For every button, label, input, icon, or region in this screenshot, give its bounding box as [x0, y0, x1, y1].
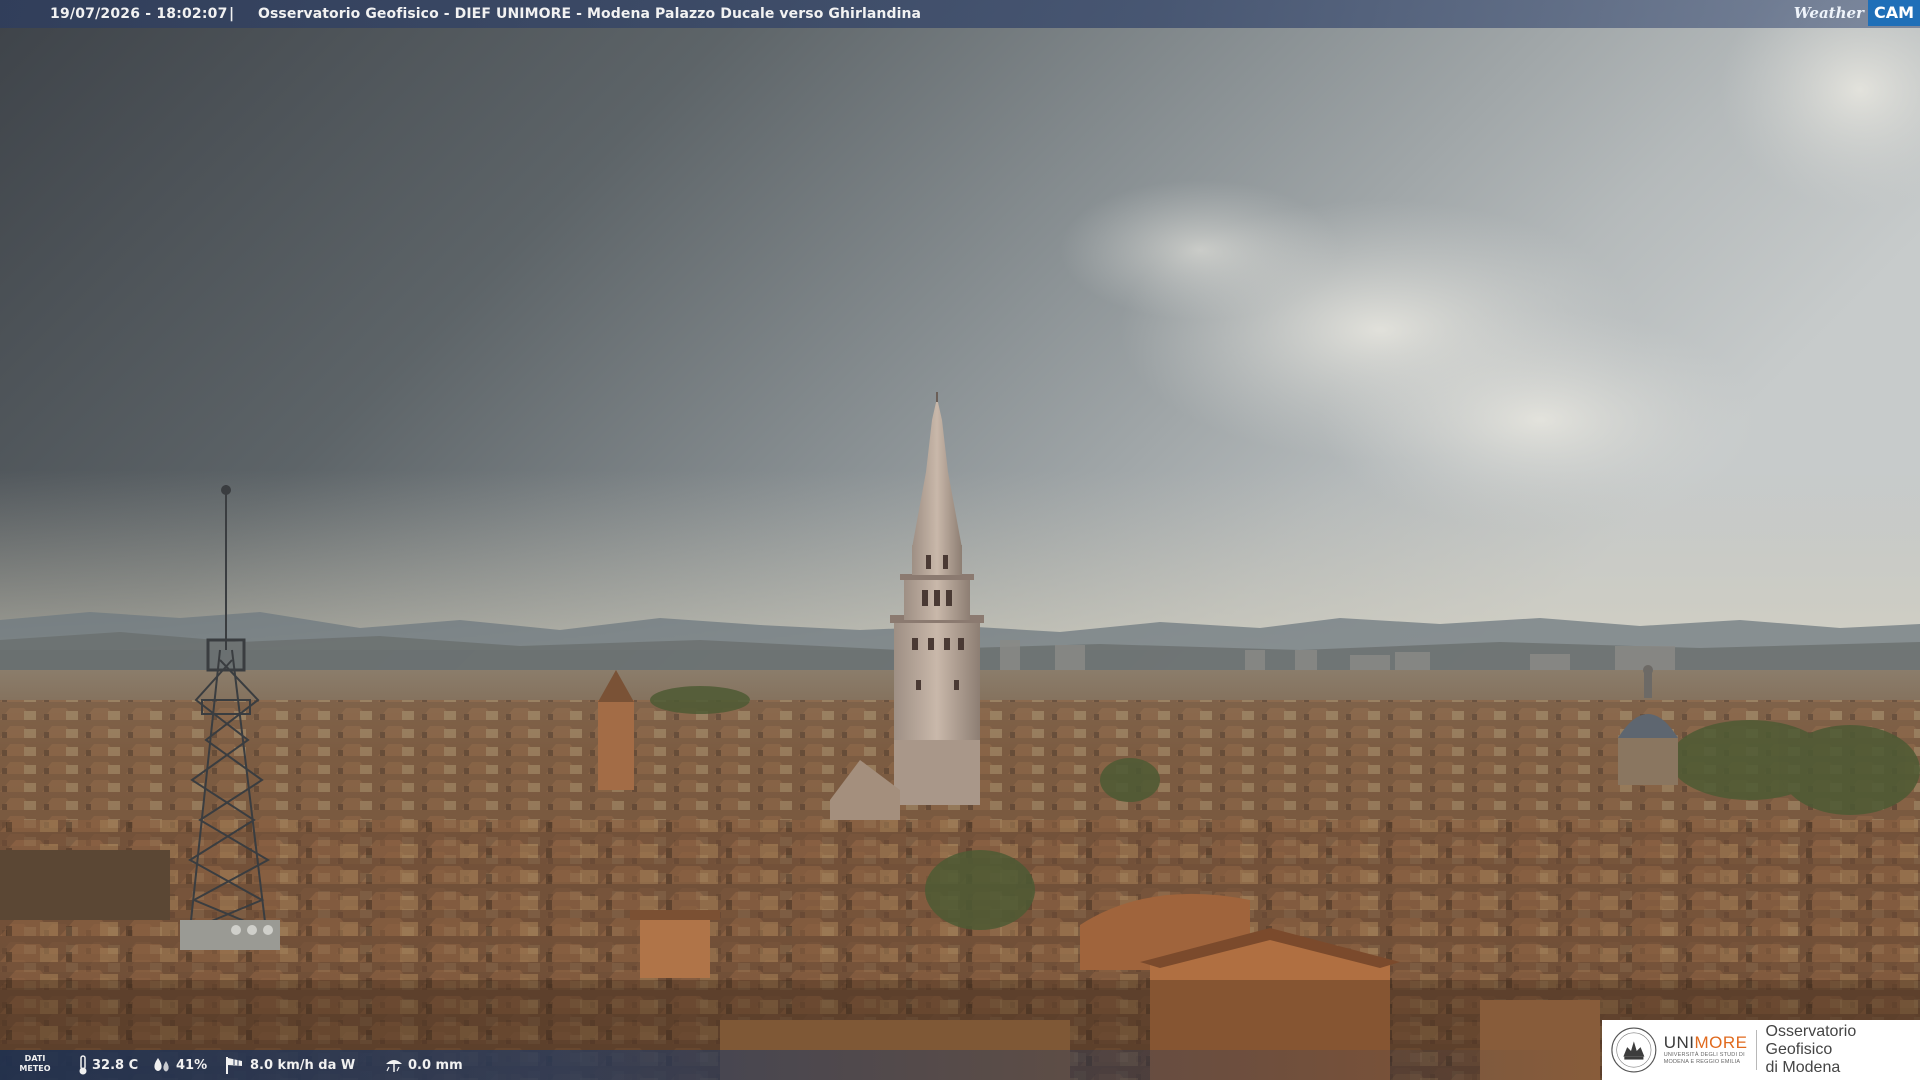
unimore-uni: UNI — [1663, 1033, 1695, 1052]
humidity-value: 41% — [176, 1057, 208, 1073]
unimore-logo-box: UNIMORE Università degli studi di Modena… — [1602, 1020, 1920, 1080]
rain-gauge-icon — [386, 1060, 402, 1072]
observatory-line2: di Modena — [1765, 1059, 1841, 1076]
wind-sock-icon — [226, 1057, 242, 1074]
caption-separator: | — [229, 6, 235, 22]
temperature-reading: 32.8 C — [78, 1050, 138, 1080]
unimore-wordmark: UNIMORE Università degli studi di Modena… — [1664, 1030, 1757, 1070]
caption-bar: 19/07/2026 - 18:02:07 | Osservatorio Geo… — [0, 0, 1920, 28]
humidity-reading: 41% — [152, 1050, 207, 1080]
webcam-frame: 19/07/2026 - 18:02:07 | Osservatorio Geo… — [0, 0, 1920, 1080]
unimore-more: MORE — [1694, 1033, 1748, 1052]
wind-value: 8.0 km/h da W — [250, 1057, 356, 1073]
weather-label-line1: DATI — [24, 1054, 46, 1063]
camera-title: Osservatorio Geofisico - DIEF UNIMORE - … — [258, 6, 922, 22]
weather-label: DATI METEO — [18, 1054, 52, 1074]
rain-value: 0.0 mm — [408, 1057, 463, 1073]
weather-data-bar: DATI METEO 32.8 C 41% 8.0 km/h da W 0.0 … — [0, 1050, 1600, 1080]
weathercam-logo: Weather CAM — [1794, 0, 1920, 26]
unimore-sub-line1: Università degli studi di — [1663, 1052, 1745, 1058]
wind-reading: 8.0 km/h da W — [224, 1050, 355, 1080]
weather-label-line2: METEO — [19, 1064, 51, 1073]
thermometer-icon — [79, 1055, 87, 1075]
temperature-value: 32.8 C — [92, 1057, 139, 1073]
university-seal-icon — [1611, 1027, 1657, 1073]
timestamp: 19/07/2026 - 18:02:07 — [50, 6, 228, 22]
weathercam-logo-weather: Weather — [1793, 4, 1864, 22]
observatory-name: Osservatorio Geofisico di Modena — [1766, 1023, 1920, 1077]
rain-reading: 0.0 mm — [384, 1050, 463, 1080]
weathercam-logo-cam: CAM — [1867, 0, 1920, 26]
humidity-drops-icon — [154, 1058, 169, 1072]
unimore-sub-line2: Modena e Reggio Emilia — [1663, 1059, 1741, 1065]
webcam-scene — [0, 0, 1920, 1080]
observatory-line1: Osservatorio Geofisico — [1765, 1023, 1857, 1058]
